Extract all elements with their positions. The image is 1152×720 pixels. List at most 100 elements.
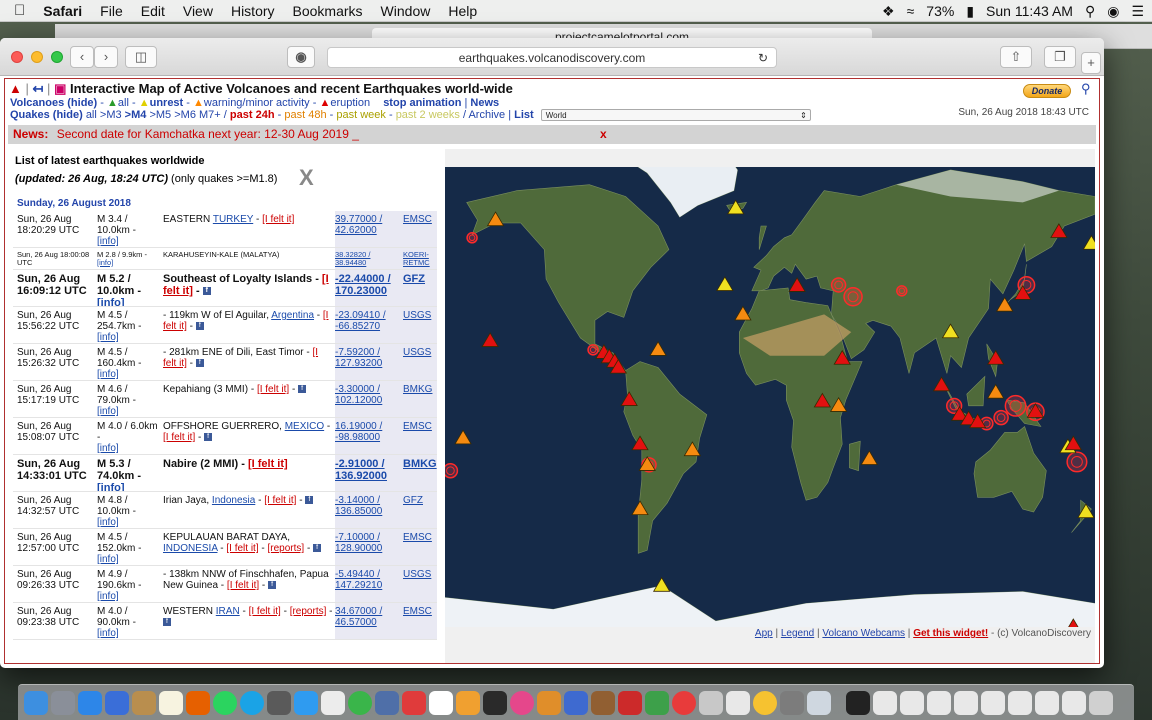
skype-icon[interactable]: [240, 690, 264, 715]
control-center-icon[interactable]: ☰: [1131, 3, 1144, 20]
photos-icon[interactable]: [753, 690, 777, 715]
news-text[interactable]: Second date for Kamchatka next year: 12-…: [57, 127, 359, 141]
facebook-share-icon[interactable]: f: [195, 359, 204, 368]
maps-icon[interactable]: [726, 690, 750, 715]
filter-m4[interactable]: >M4: [125, 109, 147, 121]
facebook-share-icon[interactable]: f: [204, 433, 213, 442]
filter-m3[interactable]: >M3: [100, 109, 122, 121]
felt-it-link[interactable]: [I felt it]: [227, 580, 259, 591]
quake-coordinates[interactable]: 39.77000 / 42.62000: [335, 214, 397, 236]
minimized-window-icon[interactable]: [927, 690, 951, 715]
whatsapp-icon[interactable]: [213, 690, 237, 715]
minimized-window-icon[interactable]: [954, 690, 978, 715]
quake-coordinates[interactable]: -22.44000 / 170.23000: [335, 273, 397, 297]
menu-history[interactable]: History: [231, 3, 275, 19]
launchpad-icon[interactable]: [51, 690, 75, 715]
info-link[interactable]: [info]: [97, 554, 119, 565]
felt-it-link[interactable]: [I felt it]: [248, 458, 288, 470]
news-link[interactable]: News: [470, 97, 499, 109]
get-widget-link[interactable]: Get this widget!: [913, 628, 988, 639]
quake-coordinates[interactable]: -3.30000 / 102.12000: [335, 384, 397, 406]
news-close-button[interactable]: x: [600, 125, 607, 144]
info-link[interactable]: [info]: [97, 406, 119, 417]
archive-link[interactable]: Archive: [468, 109, 505, 121]
finder-icon[interactable]: [24, 690, 48, 715]
dropbox-icon[interactable]: ❖: [882, 3, 895, 20]
pages-icon[interactable]: [537, 690, 561, 715]
felt-it-link[interactable]: [I felt it]: [262, 214, 294, 225]
quake-agency[interactable]: KOERI-RETMC: [403, 251, 435, 267]
quake-agency[interactable]: EMSC: [403, 421, 435, 432]
reports-link[interactable]: [reports]: [290, 606, 327, 617]
info-link[interactable]: [info]: [97, 236, 119, 247]
country-link[interactable]: Argentina: [271, 310, 314, 321]
menu-view[interactable]: View: [183, 3, 213, 19]
wifi-icon[interactable]: ≈: [907, 3, 915, 19]
info-link[interactable]: [info]: [97, 591, 119, 602]
close-window-button[interactable]: [11, 51, 23, 63]
country-link[interactable]: Indonesia: [212, 495, 255, 506]
quake-agency[interactable]: USGS: [403, 310, 435, 321]
mail-icon[interactable]: [105, 690, 129, 715]
filter-m7[interactable]: M7+: [199, 109, 221, 121]
world-map[interactable]: [445, 167, 1095, 627]
share-button[interactable]: ⇧: [1000, 46, 1032, 68]
contacts-icon[interactable]: [699, 690, 723, 715]
activity-monitor-icon[interactable]: [807, 690, 831, 715]
quake-agency[interactable]: EMSC: [403, 606, 435, 617]
clock[interactable]: Sun 11:43 AM: [986, 3, 1073, 19]
donate-button[interactable]: Donate: [1023, 84, 1071, 98]
menu-window[interactable]: Window: [381, 3, 431, 19]
magnifier-icon[interactable]: ⚲: [1081, 81, 1091, 97]
quake-agency[interactable]: BMKG: [403, 384, 435, 395]
quake-agency[interactable]: BMKG: [403, 458, 437, 470]
quake-coordinates[interactable]: -23.09410 / -66.85270: [335, 310, 397, 332]
close-list-button[interactable]: X: [299, 165, 314, 191]
felt-it-link[interactable]: [I felt it]: [226, 543, 258, 554]
quake-coordinates[interactable]: -7.10000 / 128.90000: [335, 532, 397, 554]
legend-link[interactable]: Legend: [781, 628, 814, 639]
quake-coordinates[interactable]: -5.49440 / 147.29210: [335, 569, 397, 591]
photo-booth-icon[interactable]: [618, 690, 642, 715]
filter-m6[interactable]: >M6: [174, 109, 196, 121]
facebook-share-icon[interactable]: f: [298, 385, 307, 394]
keynote-icon[interactable]: [564, 690, 588, 715]
facebook-share-icon[interactable]: f: [195, 322, 204, 331]
sidebar-button[interactable]: ◫: [125, 46, 157, 68]
textedit-icon[interactable]: [321, 690, 345, 715]
facebook-share-icon[interactable]: f: [202, 287, 211, 296]
safari-icon[interactable]: [78, 690, 102, 715]
info-link[interactable]: [info]: [97, 369, 119, 380]
filter-warning[interactable]: warning/minor activity: [204, 97, 310, 109]
filter-past-24h[interactable]: past 24h: [230, 109, 275, 121]
reports-link[interactable]: [reports]: [267, 543, 304, 554]
stickies-icon[interactable]: [159, 690, 183, 715]
menu-file[interactable]: File: [100, 3, 123, 19]
info-link[interactable]: [info]: [97, 482, 124, 491]
minimized-window-icon[interactable]: [873, 690, 897, 715]
app-store-icon[interactable]: [483, 690, 507, 715]
info-link[interactable]: [info]: [97, 332, 119, 343]
forward-button[interactable]: ›: [94, 46, 118, 68]
notes-icon[interactable]: [132, 690, 156, 715]
quakes-toggle[interactable]: Quakes (hide): [10, 109, 83, 121]
reload-icon[interactable]: ↻: [758, 48, 768, 68]
facebook-share-icon[interactable]: f: [268, 581, 277, 590]
address-bar[interactable]: earthquakes.volcanodiscovery.com ↻: [327, 47, 777, 68]
voice-memos-icon[interactable]: [672, 690, 696, 715]
menu-safari[interactable]: Safari: [43, 3, 82, 19]
itunes-icon[interactable]: [510, 690, 534, 715]
preview-icon[interactable]: [375, 690, 399, 715]
minimized-window-icon[interactable]: [1035, 690, 1059, 715]
messages-icon[interactable]: [294, 690, 318, 715]
filter-past-2-weeks[interactable]: past 2 weeks: [396, 109, 460, 121]
minimize-window-button[interactable]: [31, 51, 43, 63]
quake-coordinates[interactable]: -3.14000 / 136.85000: [335, 495, 397, 517]
menu-bookmarks[interactable]: Bookmarks: [293, 3, 363, 19]
volcanoes-toggle[interactable]: Volcanoes (hide): [10, 97, 97, 109]
minimized-window-icon[interactable]: [981, 690, 1005, 715]
facebook-share-icon[interactable]: f: [305, 496, 314, 505]
country-link[interactable]: MEXICO: [285, 421, 324, 432]
map-icon[interactable]: ▣: [54, 81, 66, 96]
webcams-link[interactable]: Volcano Webcams: [822, 628, 905, 639]
